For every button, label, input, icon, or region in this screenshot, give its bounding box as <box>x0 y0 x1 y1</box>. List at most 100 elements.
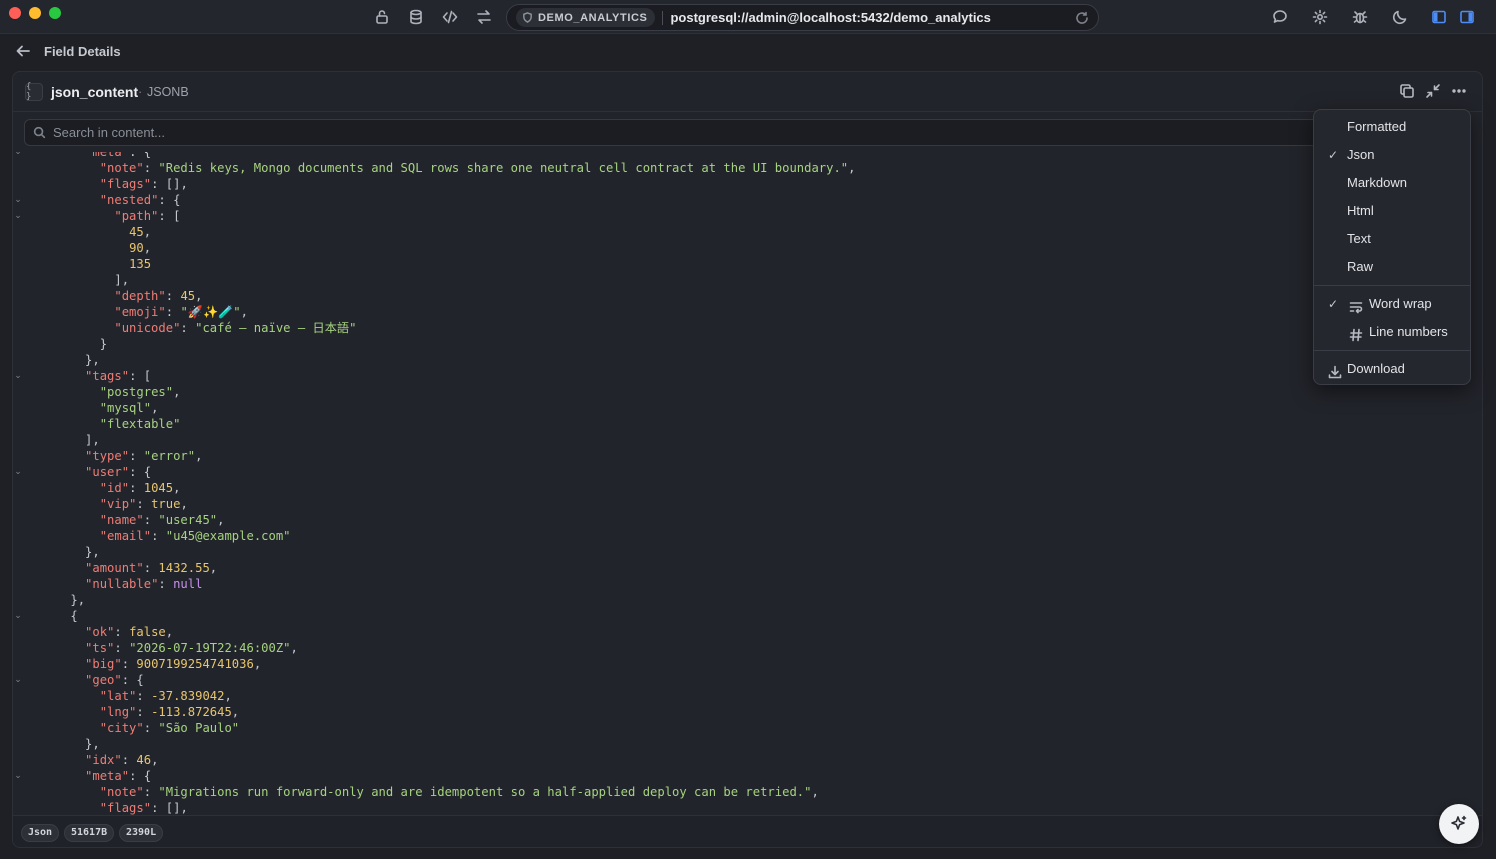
unlock-icon[interactable] <box>373 8 391 26</box>
code-line: }, <box>85 737 100 751</box>
collapse-icon[interactable] <box>1425 83 1443 101</box>
field-separator: · <box>138 84 143 99</box>
connection-bar[interactable]: DEMO_ANALYTICS postgresql://admin@localh… <box>506 4 1099 31</box>
lines-badge: 2390L <box>119 824 164 842</box>
divider <box>662 10 664 25</box>
menu-divider <box>1314 350 1470 351</box>
view-options-menu: Formatted ✓ Json Markdown Html Text Raw ✓… <box>1313 109 1471 385</box>
code-line: 45, <box>129 225 152 239</box>
fold-chevron-icon[interactable]: ⌄ <box>13 152 23 160</box>
swap-icon[interactable] <box>475 8 493 26</box>
code-icon[interactable] <box>441 8 459 26</box>
code-line: "depth": 45, <box>114 289 203 303</box>
code-line: "idx": 46, <box>85 753 159 767</box>
wrap-icon <box>1349 297 1363 314</box>
menu-item-text[interactable]: Text <box>1318 226 1468 252</box>
code-line: "name": "user45", <box>99 513 225 527</box>
minimize-window-button[interactable] <box>29 7 41 19</box>
fold-chevron-icon[interactable]: ⌄ <box>13 208 23 224</box>
maximize-window-button[interactable] <box>49 7 61 19</box>
menu-item-markdown[interactable]: Markdown <box>1318 170 1468 196</box>
gear-icon[interactable] <box>1311 8 1329 26</box>
fold-chevron-icon[interactable]: ⌄ <box>13 192 23 208</box>
code-line: "nullable": null <box>85 577 203 591</box>
code-line: "flextable" <box>99 417 181 431</box>
code-line: "lng": -113.872645, <box>99 705 240 719</box>
connection-url: postgresql://admin@localhost:5432/demo_a… <box>670 10 991 25</box>
back-arrow-icon[interactable] <box>15 43 33 61</box>
code-line: "postgres", <box>99 385 181 399</box>
sparkle-icon <box>1451 815 1467 830</box>
field-name: json_content <box>51 84 139 100</box>
fold-chevron-icon[interactable]: ⌄ <box>13 464 23 480</box>
status-footer: Json 51617B 2390L <box>13 815 1482 847</box>
menu-item-word-wrap[interactable]: ✓ Word wrap <box>1318 291 1468 317</box>
code-line: }, <box>70 593 86 607</box>
code-line: "amount": 1432.55, <box>85 561 218 575</box>
code-line: "unicode": "café — naïve — 日本語" <box>114 321 357 335</box>
code-line: "vip": true, <box>99 497 188 511</box>
code-line: "nested": { <box>99 193 181 207</box>
code-line: ], <box>85 433 100 447</box>
page-title: Field Details <box>44 44 121 59</box>
check-icon: ✓ <box>1328 148 1339 162</box>
json-braces-icon: { } <box>25 82 43 102</box>
code-line: "tags": [ <box>85 369 152 383</box>
code-line: "mysql", <box>99 401 159 415</box>
menu-item-raw[interactable]: Raw <box>1318 254 1468 280</box>
fold-chevron-icon[interactable]: ⌄ <box>13 608 23 624</box>
field-type: JSONB <box>147 85 189 99</box>
bug-icon[interactable] <box>1351 8 1369 26</box>
ai-assistant-button[interactable] <box>1439 804 1479 844</box>
code-line: 135 <box>129 257 152 271</box>
database-pill[interactable]: DEMO_ANALYTICS <box>516 8 656 27</box>
menu-item-json[interactable]: ✓ Json <box>1318 142 1468 168</box>
menu-item-download[interactable]: Download <box>1318 356 1468 382</box>
fold-chevron-icon[interactable]: ⌄ <box>13 768 23 784</box>
fold-chevron-icon[interactable]: ⌄ <box>13 368 23 384</box>
code-line: "lat": -37.839042, <box>99 689 232 703</box>
refresh-icon[interactable] <box>1075 11 1089 25</box>
search-icon <box>33 126 46 139</box>
search-input[interactable] <box>53 120 1313 145</box>
code-line: "type": "error", <box>85 449 203 463</box>
right-panel-toggle-icon[interactable] <box>1458 8 1476 26</box>
code-line: "ts": "2026-07-19T22:46:00Z", <box>85 641 298 655</box>
chat-icon[interactable] <box>1271 8 1289 26</box>
more-options-icon[interactable] <box>1451 83 1469 101</box>
code-line: "user": { <box>85 465 152 479</box>
hash-icon <box>1349 325 1363 342</box>
left-panel-toggle-icon[interactable] <box>1430 8 1448 26</box>
moon-icon[interactable] <box>1391 8 1409 26</box>
content-search <box>24 119 1324 146</box>
code-line: "note": "Migrations run forward-only and… <box>99 785 819 799</box>
code-line: "id": 1045, <box>99 481 181 495</box>
code-line: }, <box>85 545 100 559</box>
page-header: Field Details <box>0 34 1496 70</box>
code-line: "ok": false, <box>85 625 174 639</box>
code-line: 90, <box>129 241 152 255</box>
size-badge: 51617B <box>64 824 115 842</box>
copy-icon[interactable] <box>1399 83 1417 101</box>
code-line: "city": "São Paulo" <box>99 721 240 735</box>
code-line: "meta": { <box>85 769 152 783</box>
field-detail-panel: { } json_content · JSONB "meta": { ⌄ "not… <box>12 71 1483 848</box>
code-line: { <box>70 609 78 623</box>
title-bar: DEMO_ANALYTICS postgresql://admin@localh… <box>0 0 1496 34</box>
code-line: "flags": [], <box>99 177 188 191</box>
menu-item-line-numbers[interactable]: Line numbers <box>1318 319 1468 345</box>
code-line: "big": 9007199254741036, <box>85 657 262 671</box>
fold-chevron-icon[interactable]: ⌄ <box>13 672 23 688</box>
code-line: ], <box>114 273 130 287</box>
code-line: "path": [ <box>114 209 181 223</box>
code-line: "emoji": "🚀✨🧪", <box>114 305 248 319</box>
menu-item-formatted[interactable]: Formatted <box>1318 114 1468 140</box>
json-code-view[interactable]: "meta": { ⌄ "note": "Redis keys, Mongo do… <box>13 152 1482 815</box>
code-line: "meta": { <box>85 152 152 159</box>
code-line: "flags": [], <box>99 801 188 815</box>
close-window-button[interactable] <box>9 7 21 19</box>
shield-icon <box>523 12 532 23</box>
code-line: "note": "Redis keys, Mongo documents and… <box>99 161 856 175</box>
menu-item-html[interactable]: Html <box>1318 198 1468 224</box>
database-icon[interactable] <box>407 8 425 26</box>
